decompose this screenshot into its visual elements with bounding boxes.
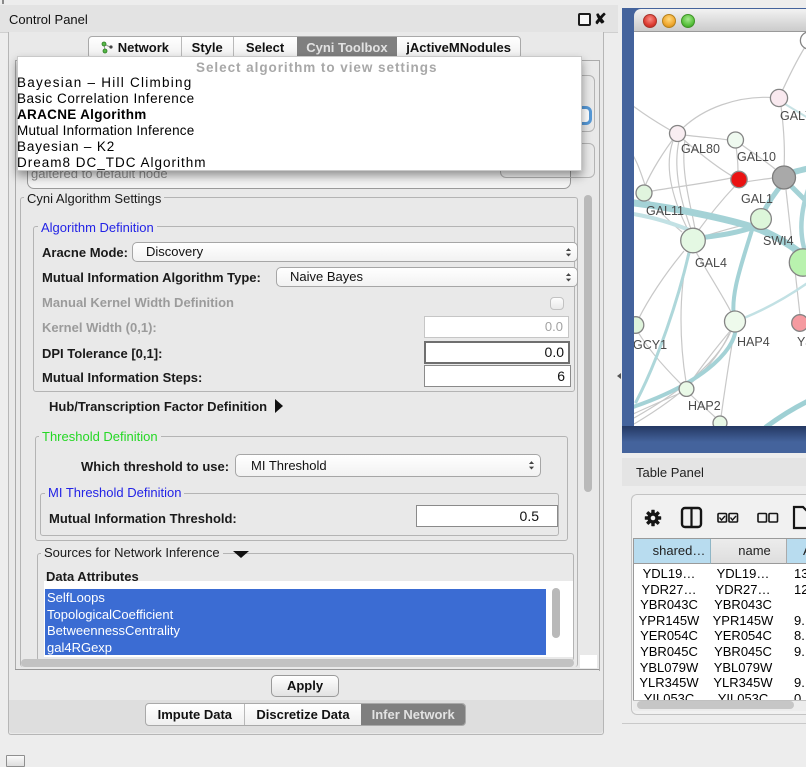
svg-text:HAP4: HAP4 bbox=[737, 335, 770, 349]
svg-text:GAL1: GAL1 bbox=[741, 192, 773, 206]
svg-text:YJ: YJ bbox=[797, 335, 806, 349]
svg-text:HAP2: HAP2 bbox=[688, 399, 721, 413]
svg-text:GAL10: GAL10 bbox=[737, 150, 776, 164]
svg-text:GCY1: GCY1 bbox=[634, 338, 667, 352]
svg-text:GAL11: GAL11 bbox=[646, 204, 684, 218]
svg-text:GAL80: GAL80 bbox=[681, 142, 720, 156]
svg-text:GAL7: GAL7 bbox=[780, 109, 806, 123]
svg-text:SWI4: SWI4 bbox=[763, 234, 794, 248]
svg-text:GAL4: GAL4 bbox=[695, 256, 727, 270]
